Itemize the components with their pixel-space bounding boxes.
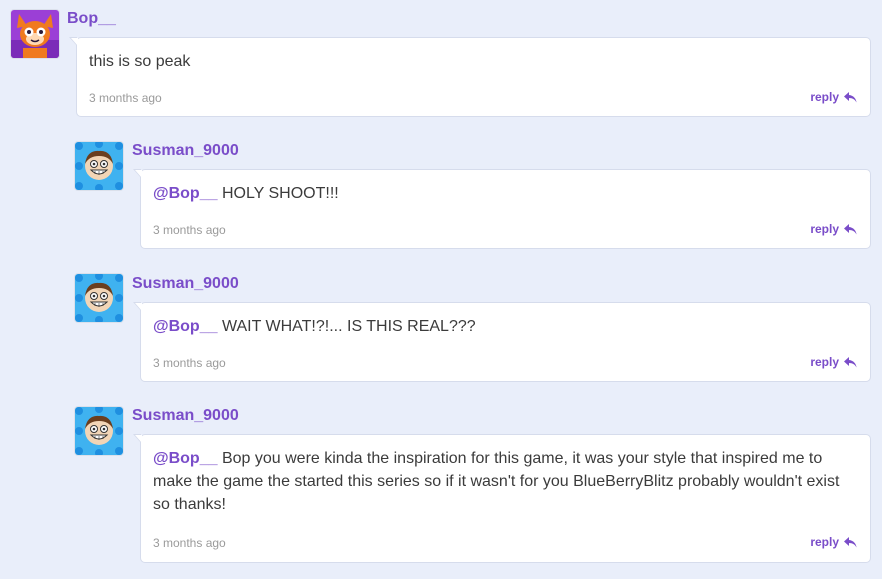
reply-button[interactable]: reply xyxy=(810,222,857,236)
mention-link[interactable]: @Bop__ xyxy=(153,185,218,202)
reply-label: reply xyxy=(810,355,839,369)
username[interactable]: Susman_9000 xyxy=(132,275,239,293)
reply-button[interactable]: reply xyxy=(810,535,857,549)
reply-button[interactable]: reply xyxy=(810,355,857,369)
avatar[interactable] xyxy=(75,274,123,322)
reply-label: reply xyxy=(810,222,839,236)
mention-link[interactable]: @Bop__ xyxy=(153,318,218,335)
comment-body: @Bop__ HOLY SHOOT!!! xyxy=(153,182,854,205)
avatar[interactable] xyxy=(11,10,59,58)
timestamp: 3 months ago xyxy=(89,91,162,105)
comment-text: HOLY SHOOT!!! xyxy=(221,185,339,202)
reply-arrow-icon xyxy=(844,536,857,547)
cat-avatar-icon xyxy=(11,10,59,58)
comment-body: @Bop__ WAIT WHAT!?!... IS THIS REAL??? xyxy=(153,315,854,338)
comment-bubble: this is so peak 3 months ago reply xyxy=(69,37,871,117)
reply-arrow-icon xyxy=(844,356,857,367)
reply-label: reply xyxy=(810,535,839,549)
avatar[interactable] xyxy=(75,407,123,455)
mention-link[interactable]: @Bop__ xyxy=(153,450,218,467)
avatar[interactable] xyxy=(75,142,123,190)
smiling-boy-avatar-icon xyxy=(75,407,123,455)
timestamp: 3 months ago xyxy=(153,356,226,370)
comment-bubble: @Bop__ Bop you were kinda the inspiratio… xyxy=(133,434,871,563)
username[interactable]: Bop__ xyxy=(67,10,116,28)
reply-button[interactable]: reply xyxy=(810,90,857,104)
comment-text: Bop you were kinda the inspiration for t… xyxy=(153,450,840,513)
smiling-boy-avatar-icon xyxy=(75,142,123,190)
timestamp: 3 months ago xyxy=(153,223,226,237)
comment-text: WAIT WHAT!?!... IS THIS REAL??? xyxy=(221,318,476,335)
username[interactable]: Susman_9000 xyxy=(132,142,239,160)
username[interactable]: Susman_9000 xyxy=(132,407,239,425)
timestamp: 3 months ago xyxy=(153,536,226,550)
comment-bubble: @Bop__ HOLY SHOOT!!! 3 months ago reply xyxy=(133,169,871,249)
comment-text: this is so peak xyxy=(89,53,191,70)
comment-body: @Bop__ Bop you were kinda the inspiratio… xyxy=(153,447,854,516)
comment-bubble: @Bop__ WAIT WHAT!?!... IS THIS REAL??? 3… xyxy=(133,302,871,382)
reply-label: reply xyxy=(810,90,839,104)
comment-body: this is so peak xyxy=(89,50,854,73)
reply-arrow-icon xyxy=(844,223,857,234)
reply-arrow-icon xyxy=(844,91,857,102)
smiling-boy-avatar-icon xyxy=(75,274,123,322)
